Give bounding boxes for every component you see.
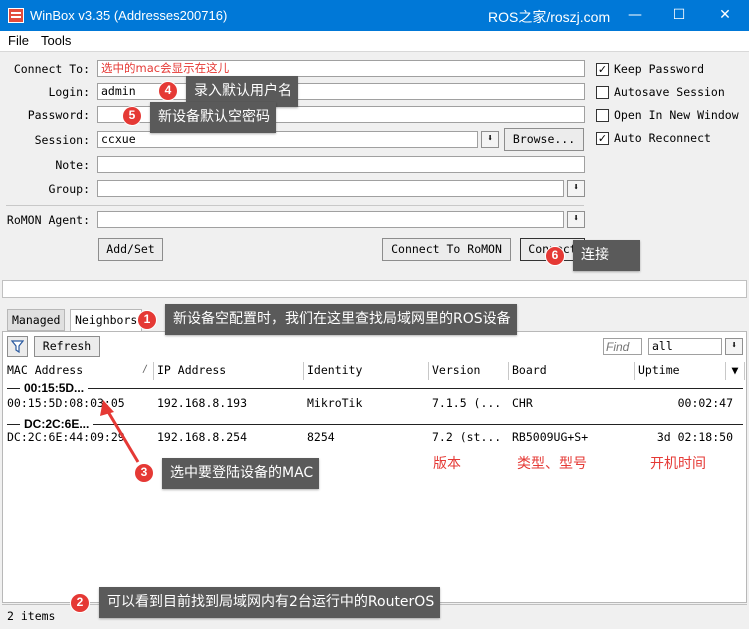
callout-neighbors: 新设备空配置时，我们在这里查找局域网里的ROS设备: [165, 304, 517, 335]
callout-connect: 连接: [573, 240, 640, 271]
callout-badge-3: 3: [134, 463, 154, 483]
callout-badge-6: 6: [545, 246, 565, 266]
callout-badge-2: 2: [70, 593, 90, 613]
callout-badge-4: 4: [158, 81, 178, 101]
callout-select-mac: 选中要登陆设备的MAC: [162, 458, 320, 489]
callout-items: 可以看到目前找到局域网内有2台运行中的RouterOS: [99, 587, 441, 618]
callout-badge-5: 5: [122, 106, 142, 126]
callout-password: 新设备默认空密码: [150, 102, 276, 133]
callout-badge-1: 1: [137, 310, 157, 330]
